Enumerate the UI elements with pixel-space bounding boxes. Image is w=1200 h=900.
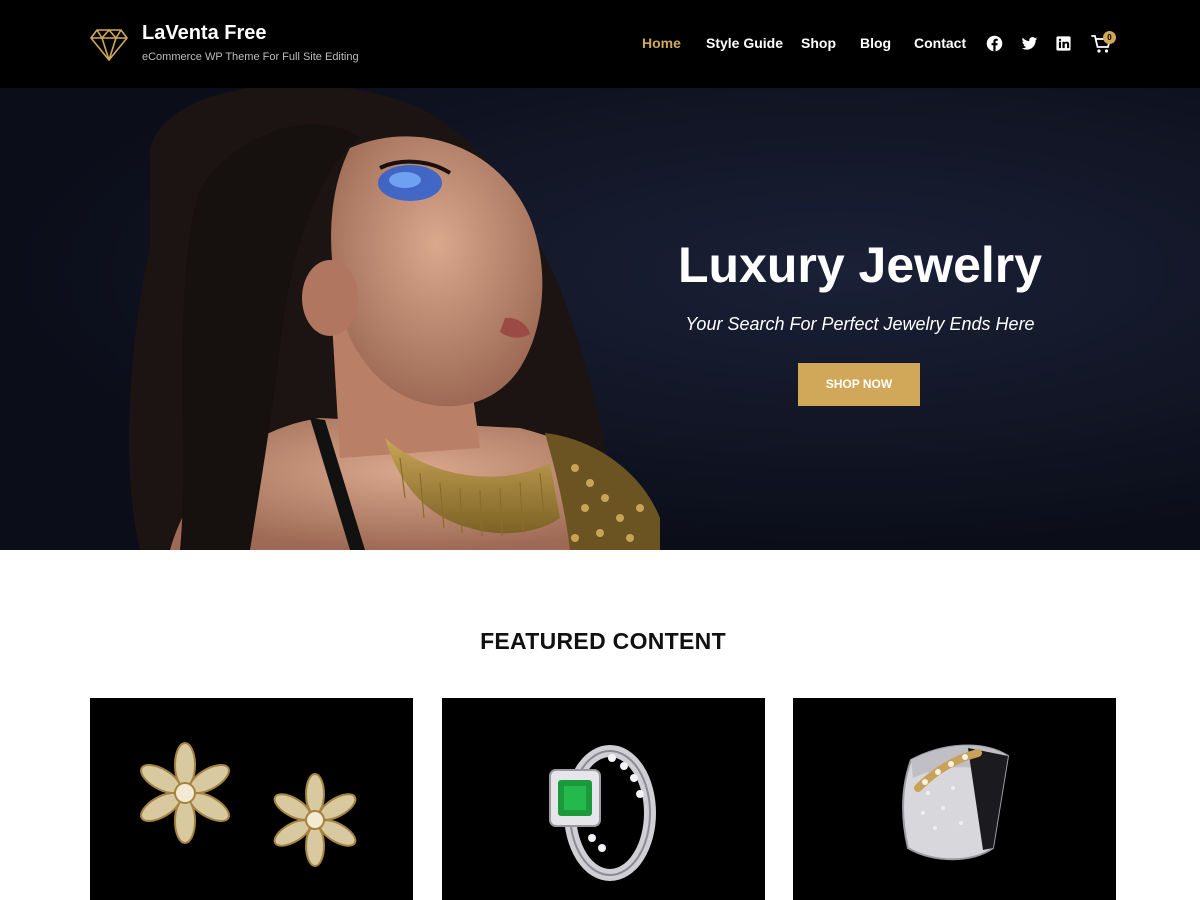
cart-count-badge: 0: [1103, 31, 1116, 44]
featured-card-ring[interactable]: [442, 698, 765, 900]
diamond-bracelet-image: [902, 744, 1010, 861]
linkedin-icon[interactable]: [1055, 35, 1072, 52]
facebook-icon[interactable]: [986, 35, 1003, 52]
main-nav: Home Style Guide Shop Blog Contact: [0, 35, 1200, 55]
hero-banner: Luxury Jewelry Your Search For Perfect J…: [0, 88, 1200, 550]
hero-title: Luxury Jewelry: [677, 237, 1043, 293]
hero-model-image: [129, 88, 660, 550]
twitter-icon[interactable]: [1021, 35, 1038, 52]
site-header: LaVenta Free eCommerce WP Theme For Full…: [0, 0, 1200, 88]
emerald-diamond-ring-image: [549, 745, 656, 881]
gold-flower-earrings-image: [140, 742, 357, 867]
shop-now-button[interactable]: SHOP NOW: [798, 363, 920, 406]
nav-contact[interactable]: Contact: [914, 35, 966, 51]
featured-card-earrings[interactable]: [90, 698, 413, 900]
nav-shop[interactable]: Shop: [801, 35, 836, 51]
nav-style-guide[interactable]: Style Guide: [706, 35, 783, 51]
nav-home[interactable]: Home: [642, 35, 681, 51]
hero-subtitle: Your Search For Perfect Jewelry Ends Her…: [685, 314, 1035, 334]
nav-blog[interactable]: Blog: [860, 35, 891, 51]
featured-heading: FEATURED CONTENT: [480, 628, 726, 654]
featured-card-bracelet[interactable]: [793, 698, 1116, 900]
